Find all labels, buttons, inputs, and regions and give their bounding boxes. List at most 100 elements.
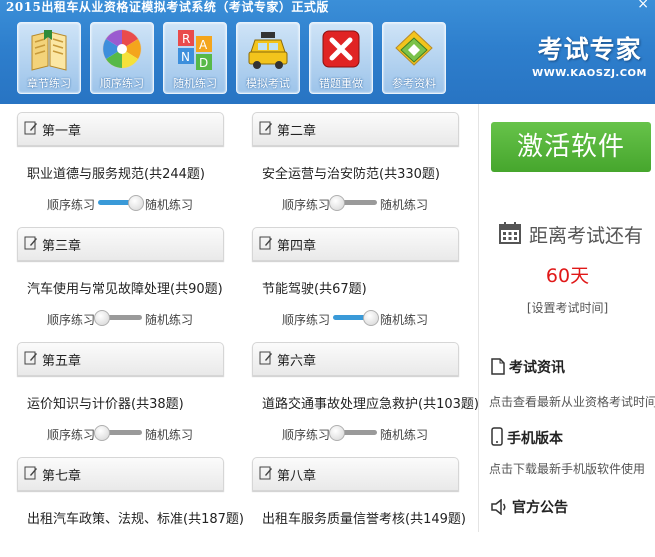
chapter-title[interactable]: 职业道德与服务规范(共244题): [27, 163, 205, 182]
close-button[interactable]: ×: [637, 0, 649, 12]
book-icon: [31, 30, 67, 71]
toolbar-label: 模拟考试: [246, 77, 290, 90]
edit-icon: [259, 351, 272, 365]
chapter-header[interactable]: 第七章: [17, 457, 224, 491]
chapter-title[interactable]: 出租汽车政策、法规、标准(共187题): [27, 508, 244, 527]
exam-news-desc[interactable]: 点击查看最新从业资格考试时间: [489, 393, 655, 410]
toolbar-label: 错题重做: [319, 77, 363, 90]
toolbar-button-chapter-practice[interactable]: 章节练习: [17, 22, 81, 94]
sequential-label: 顺序练习: [47, 313, 96, 327]
svg-text:N: N: [181, 50, 190, 64]
mobile-version-heading[interactable]: 手机版本: [491, 427, 563, 448]
random-label: 随机练习: [145, 198, 194, 212]
mobile-version-desc[interactable]: 点击下载最新手机版软件使用: [489, 460, 645, 477]
sequential-label: 顺序练习: [282, 428, 331, 442]
chapter-header[interactable]: 第三章: [17, 227, 224, 261]
chapter-card[interactable]: 第八章 出租车服务质量信誉考核(共149题): [252, 457, 466, 557]
taxi-icon: [248, 32, 288, 69]
toolbar-button-random-practice[interactable]: R A N D 随机练习: [163, 22, 227, 94]
color-wheel-icon: [102, 29, 142, 69]
chapter-number: 第二章: [277, 124, 317, 139]
toggle-knob[interactable]: [329, 425, 345, 441]
document-icon: [491, 358, 505, 375]
activate-software-button[interactable]: 激活软件: [491, 122, 651, 172]
random-label: 随机练习: [145, 313, 194, 327]
chapter-card[interactable]: 第四章 节能驾驶(共67题) 顺序练习 随机练习: [252, 227, 459, 327]
chapter-card[interactable]: 第五章 运价知识与计价器(共38题) 顺序练习 随机练习: [17, 342, 224, 442]
chapter-header[interactable]: 第四章: [252, 227, 459, 261]
chapter-title[interactable]: 安全运营与治安防范(共330题): [262, 163, 440, 182]
toggle-knob[interactable]: [128, 195, 144, 211]
chapter-title[interactable]: 节能驾驶(共67题): [262, 278, 367, 297]
side-panel: 激活软件 距离考试还有 60天 [设置考试时间] 考试资讯 点击查看最新从业资格…: [478, 104, 655, 532]
practice-mode-toggle[interactable]: [98, 195, 144, 211]
edit-icon: [24, 236, 37, 250]
chapter-grid: 第一章 职业道德与服务规范(共244题) 顺序练习 随机练习 第二章 安全运营与…: [0, 104, 479, 557]
edit-icon: [259, 466, 272, 480]
brand-logo: 考试专家 WWW.KAOSZJ.COM: [532, 30, 647, 79]
edit-icon: [24, 466, 37, 480]
chapter-title[interactable]: 道路交通事故处理应急救护(共103题): [262, 393, 479, 412]
toolbar-button-redo-errors[interactable]: 错题重做: [309, 22, 373, 94]
countdown-label: 距离考试还有: [529, 225, 644, 247]
toolbar-button-sequential-practice[interactable]: 顺序练习: [90, 22, 154, 94]
sequential-label: 顺序练习: [282, 198, 331, 212]
toggle-knob[interactable]: [329, 195, 345, 211]
svg-text:A: A: [199, 38, 208, 52]
error-x-icon: [322, 30, 360, 68]
random-label: 随机练习: [380, 198, 429, 212]
calendar-icon: [499, 222, 521, 244]
svg-text:R: R: [182, 32, 190, 46]
toggle-knob[interactable]: [94, 425, 110, 441]
chapter-title[interactable]: 出租车服务质量信誉考核(共149题): [262, 508, 466, 527]
edit-icon: [24, 121, 37, 135]
chapter-header[interactable]: 第一章: [17, 112, 224, 146]
practice-mode-toggle[interactable]: [94, 310, 142, 326]
svg-text:D: D: [199, 56, 208, 70]
practice-mode-toggle[interactable]: [329, 425, 377, 441]
chapter-card[interactable]: 第二章 安全运营与治安防范(共330题) 顺序练习 随机练习: [252, 112, 459, 212]
chapter-card[interactable]: 第六章 道路交通事故处理应急救护(共103题) 顺序练习 随机练习: [252, 342, 479, 442]
chapter-header[interactable]: 第五章: [17, 342, 224, 376]
brand-name: 考试专家: [537, 35, 642, 64]
toggle-knob[interactable]: [363, 310, 379, 326]
practice-mode-toggle[interactable]: [329, 195, 377, 211]
toggle-knob[interactable]: [94, 310, 110, 326]
chapter-number: 第七章: [42, 469, 82, 484]
toolbar-label: 顺序练习: [100, 77, 144, 90]
exam-news-heading[interactable]: 考试资讯: [491, 357, 565, 377]
chapter-card[interactable]: 第七章 出租汽车政策、法规、标准(共187题): [17, 457, 244, 557]
random-label: 随机练习: [380, 428, 429, 442]
exam-news-title: 考试资讯: [509, 360, 565, 376]
window-title: 2015出租车从业资格证模拟考试系统（考试专家）正式版: [6, 0, 329, 14]
countdown-days: 60天: [545, 265, 590, 287]
chapter-card[interactable]: 第一章 职业道德与服务规范(共244题) 顺序练习 随机练习: [17, 112, 224, 212]
chapter-header[interactable]: 第八章: [252, 457, 459, 491]
chapter-title[interactable]: 运价知识与计价器(共38题): [27, 393, 184, 412]
random-blocks-icon: R A N D: [178, 30, 212, 70]
chapter-number: 第三章: [42, 239, 82, 254]
practice-mode-toggle[interactable]: [333, 310, 379, 326]
chapter-card[interactable]: 第三章 汽车使用与常见故障处理(共90题) 顺序练习 随机练习: [17, 227, 224, 327]
toolbar-button-mock-exam[interactable]: 模拟考试: [236, 22, 300, 94]
chapter-number: 第五章: [42, 354, 82, 369]
practice-mode-toggle[interactable]: [94, 425, 142, 441]
chapter-header[interactable]: 第二章: [252, 112, 459, 146]
set-exam-time-link[interactable]: [设置考试时间]: [479, 299, 655, 316]
toolbar-label: 随机练习: [173, 77, 217, 90]
chapter-number: 第六章: [277, 354, 317, 369]
chapter-title[interactable]: 汽车使用与常见故障处理(共90题): [27, 278, 223, 297]
random-label: 随机练习: [380, 313, 429, 327]
official-notice-heading[interactable]: 官方公告: [491, 497, 568, 517]
chapter-number: 第四章: [277, 239, 317, 254]
chapter-header[interactable]: 第六章: [252, 342, 459, 376]
phone-icon: [491, 427, 503, 446]
toolbar-button-reference[interactable]: 参考资料: [382, 22, 446, 94]
brand-url: WWW.KAOSZJ.COM: [532, 68, 647, 79]
mobile-version-title: 手机版本: [507, 431, 563, 447]
reference-icon: [395, 30, 433, 66]
speaker-icon: [491, 498, 506, 516]
toolbar-label: 参考资料: [392, 77, 436, 90]
sequential-label: 顺序练习: [282, 313, 331, 327]
official-notice-title: 官方公告: [512, 500, 568, 516]
